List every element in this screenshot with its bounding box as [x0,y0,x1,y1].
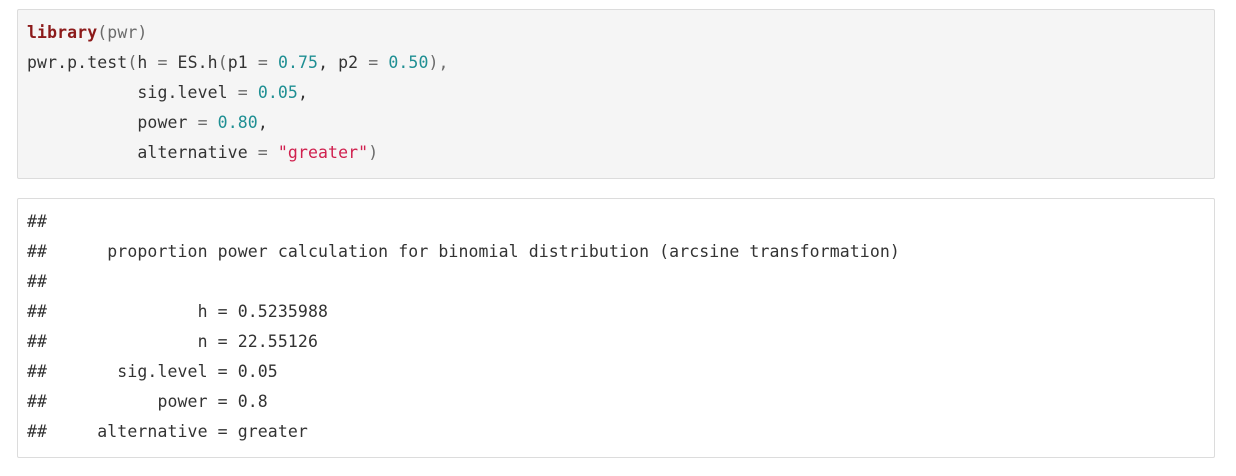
code-token: h [137,53,158,72]
code-token: , [257,113,268,132]
output-line: ## power = 0.8 [27,392,268,411]
code-line: alternative = "greater") [27,138,1214,168]
code-line: power = 0.80, [27,108,1214,138]
code-chunk: library(pwr) pwr.p.test(h = ES.h(p1 = 0.7… [17,9,1215,179]
code-token: = [157,53,168,72]
code-token: pwr.p.test [27,53,128,72]
code-token: 0.05 [257,83,298,102]
code-token: = [257,53,268,72]
output-line: ## alternative = greater [27,422,308,441]
code-token: = [197,113,208,132]
code-token: = [368,53,379,72]
code-token: , [297,83,308,102]
code-token: ES.h [167,53,218,72]
code-token: ) [368,143,379,162]
output-line: ## sig.level = 0.05 [27,362,278,381]
output-line: ## proportion power calculation for bino… [27,242,900,261]
code-token: alternative [27,143,258,162]
code-token: (pwr) [97,23,148,42]
code-token: ( [127,53,138,72]
code-token: "greater" [277,143,369,162]
code-token: p1 [227,53,258,72]
code-token: sig.level [27,83,238,102]
code-token: = [257,143,268,162]
code-token: 0.50 [388,53,429,72]
output-line: ## [27,212,48,231]
output-line: ## n = 22.55126 [27,332,318,351]
code-token: = [237,83,248,102]
code-token: power [27,113,198,132]
code-token: 0.80 [217,113,258,132]
code-token: 0.75 [277,53,319,72]
code-token: , p2 [318,53,369,72]
output-line: ## [27,272,48,291]
code-line: library(pwr) [27,18,1214,48]
output-line: ## h = 0.5235988 [27,302,329,321]
code-token: ( [217,53,228,72]
code-line: sig.level = 0.05, [27,78,1214,108]
code-token: ), [428,53,449,72]
output-chunk: ## ## proportion power calculation for b… [17,198,1215,458]
code-line: pwr.p.test(h = ES.h(p1 = 0.75, p2 = 0.50… [27,48,1214,78]
code-token: library [27,23,98,42]
